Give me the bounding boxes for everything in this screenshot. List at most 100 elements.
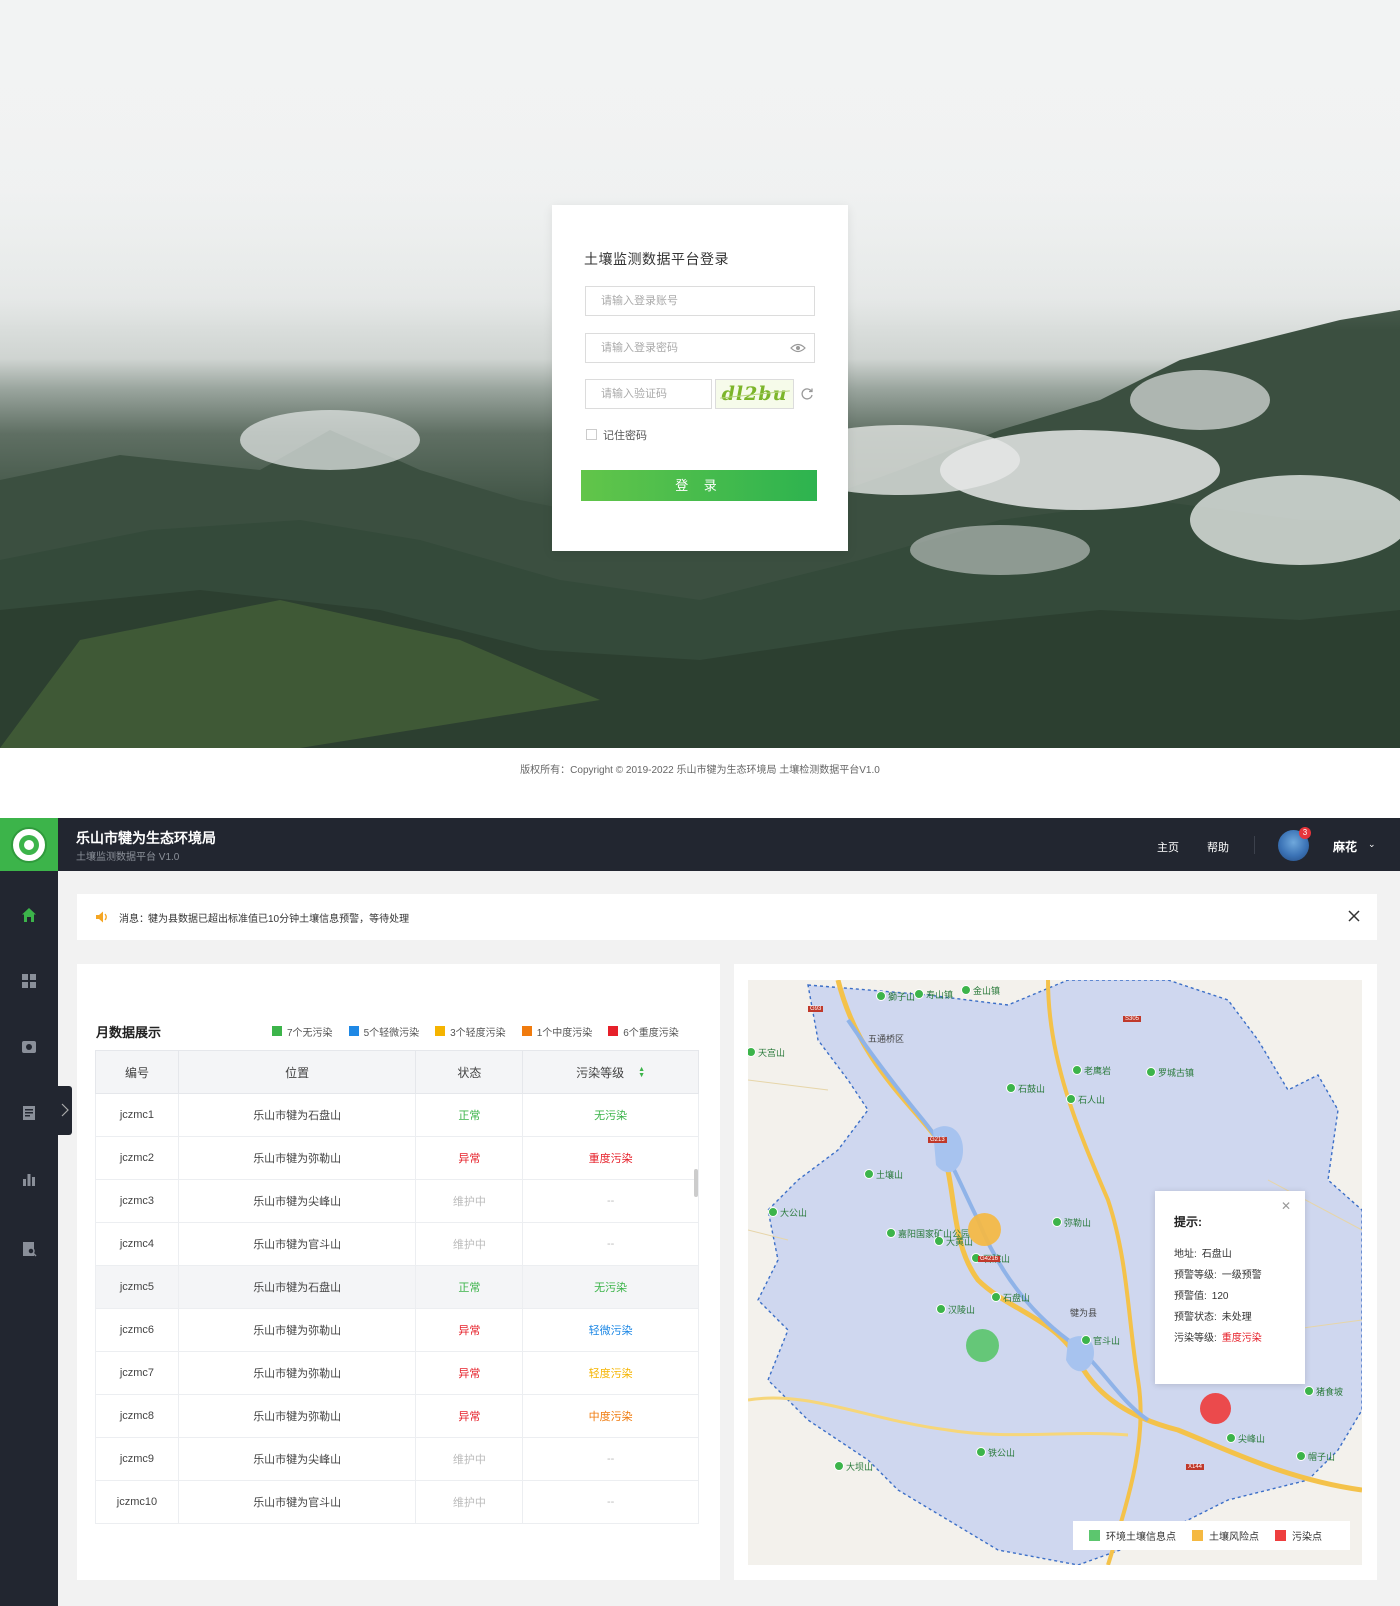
cell-level: 无污染: [522, 1093, 699, 1137]
report-icon: [23, 1106, 35, 1120]
cell-id: jczmc5: [95, 1265, 179, 1309]
map-legend-label: 环境土壤信息点: [1106, 1532, 1176, 1543]
table-row[interactable]: jczmc6 乐山市犍为弥勒山 异常 轻微污染: [95, 1308, 699, 1352]
table-row[interactable]: jczmc10 乐山市犍为官斗山 维护中 --: [95, 1480, 699, 1524]
popup-row-value: 石盘山: [1201, 1249, 1232, 1260]
popup-row-value: 未处理: [1221, 1312, 1252, 1323]
close-icon[interactable]: [1346, 908, 1362, 924]
mountain-poi-icon: [961, 985, 971, 995]
password-input[interactable]: 请输入登录密码: [585, 333, 815, 363]
pollution-legend: 7个无污染 5个轻微污染 3个轻度污染 1个中度污染 6个重度污染: [272, 1024, 695, 1039]
map-card: 五通桥区 犍为县 石盘山 汉陵山 大黄山 尖峰山 官斗山 弥勒山 土壤山 大公山 铁公山 罗城古镇 老鹰…: [734, 964, 1377, 1580]
map-place-label: 大坝山: [846, 1462, 874, 1472]
cell-location: 乐山市犍为石盘山: [177, 1265, 417, 1309]
legend-label: 1个中度污染: [536, 1027, 593, 1039]
map-place-label: 石鼓山: [1018, 1084, 1046, 1094]
column-header-id[interactable]: 编号: [95, 1050, 179, 1094]
table-scrollbar[interactable]: [694, 1169, 698, 1197]
notification-badge[interactable]: 3: [1299, 827, 1311, 839]
column-header-level[interactable]: 污染等级 ▲ ▼: [522, 1050, 699, 1094]
sidebar-item-search[interactable]: [0, 1225, 58, 1273]
mountain-poi-icon: [834, 1461, 844, 1471]
table-row[interactable]: jczmc2 乐山市犍为弥勒山 异常 重度污染: [95, 1136, 699, 1180]
table-row[interactable]: jczmc8 乐山市犍为弥勒山 异常 中度污染: [95, 1394, 699, 1438]
nav-home-link[interactable]: 主页: [1157, 839, 1179, 855]
road-shield-label: G4216: [978, 1256, 1001, 1262]
map-place-label: 老鹰岩: [1084, 1066, 1112, 1076]
logo[interactable]: [0, 818, 58, 871]
sidebar-toggle[interactable]: [58, 1086, 72, 1135]
mountain-poi-icon: [1052, 1217, 1062, 1227]
legend-item: 3个轻度污染: [435, 1024, 506, 1039]
cell-id: jczmc3: [95, 1179, 179, 1223]
chevron-down-icon[interactable]: ⌄: [1368, 839, 1376, 850]
table-row[interactable]: jczmc3 乐山市犍为尖峰山 维护中 --: [95, 1179, 699, 1223]
logo-emblem-icon: [11, 827, 47, 863]
sidebar-item-home[interactable]: [0, 891, 58, 939]
map-legend: 环境土壤信息点 土壤风险点 污染点: [1073, 1521, 1350, 1550]
mountain-poi-icon: [1006, 1083, 1016, 1093]
popup-row-value: 重度污染: [1221, 1333, 1262, 1344]
captcha-image[interactable]: dl2bu: [715, 379, 794, 409]
captcha-input[interactable]: 请输入验证码: [585, 379, 712, 409]
legend-swatch: [435, 1026, 446, 1036]
table-row[interactable]: jczmc5 乐山市犍为石盘山 正常 无污染: [95, 1265, 699, 1309]
popup-title: 提示:: [1174, 1215, 1202, 1229]
popup-row-label: 预警状态:: [1174, 1312, 1217, 1323]
map-legend-label: 土壤风险点: [1209, 1532, 1259, 1543]
map-place-label: 石人山: [1078, 1095, 1106, 1105]
login-page: 土壤监测数据平台登录 请输入登录账号 请输入登录密码 请输入验证码 dl2bu …: [0, 0, 1400, 810]
pollution-marker[interactable]: [1200, 1393, 1231, 1424]
pollution-map[interactable]: 五通桥区 犍为县 石盘山 汉陵山 大黄山 尖峰山 官斗山 弥勒山 土壤山 大公山 铁公山 罗城古镇 老鹰…: [748, 980, 1362, 1565]
map-place-label: 犍为县: [1070, 1308, 1098, 1318]
mountain-poi-icon: [914, 989, 924, 999]
login-title: 土壤监测数据平台登录: [584, 251, 729, 267]
legend-swatch: [348, 1026, 359, 1036]
info-marker[interactable]: [966, 1329, 999, 1362]
legend-label: 5个轻微污染: [363, 1027, 420, 1039]
cell-level: 中度污染: [522, 1394, 699, 1438]
column-header-status[interactable]: 状态: [415, 1050, 524, 1094]
user-name[interactable]: 麻花: [1333, 838, 1357, 855]
sidebar-item-dashboard[interactable]: [0, 957, 58, 1005]
chevron-right-icon: [61, 1103, 69, 1117]
table-row[interactable]: jczmc7 乐山市犍为弥勒山 异常 轻度污染: [95, 1351, 699, 1395]
cell-status: 维护中: [415, 1222, 524, 1266]
column-header-location[interactable]: 位置: [177, 1050, 417, 1094]
cell-status: 异常: [415, 1351, 524, 1395]
map-place-label: 嘉阳国家矿山公园: [898, 1229, 971, 1239]
sidebar-item-statistics[interactable]: [0, 1155, 58, 1203]
mountain-poi-icon: [1072, 1065, 1082, 1075]
mountain-poi-icon: [936, 1304, 946, 1314]
notice-text: 犍为县数据已超出标准值已10分钟土壤信息预警，等待处理: [148, 914, 410, 925]
risk-marker[interactable]: [968, 1213, 1001, 1246]
table-row[interactable]: jczmc9 乐山市犍为尖峰山 维护中 --: [95, 1437, 699, 1481]
mountain-poi-icon: [876, 991, 886, 1001]
org-name: 乐山市犍为生态环境局: [76, 830, 216, 846]
cell-location: 乐山市犍为尖峰山: [177, 1437, 417, 1481]
cell-location: 乐山市犍为弥勒山: [177, 1394, 417, 1438]
login-button[interactable]: 登 录: [581, 470, 817, 501]
sort-icon[interactable]: ▲ ▼: [638, 1066, 645, 1079]
cell-status: 异常: [415, 1308, 524, 1352]
sidebar-item-monitor[interactable]: [0, 1023, 58, 1071]
sidebar-item-report[interactable]: [0, 1089, 58, 1137]
map-legend-item: 污染点: [1275, 1528, 1322, 1543]
table-header-row: 编号 位置 状态 污染等级 ▲ ▼: [95, 1050, 699, 1094]
map-place-label: 石盘山: [1003, 1293, 1031, 1303]
nav-help-link[interactable]: 帮助: [1207, 839, 1229, 855]
refresh-icon[interactable]: [800, 387, 814, 401]
remember-checkbox[interactable]: [586, 429, 597, 440]
popup-row-label: 地址:: [1174, 1249, 1197, 1260]
table-row[interactable]: jczmc1 乐山市犍为石盘山 正常 无污染: [95, 1093, 699, 1137]
grid-icon: [22, 974, 36, 988]
camera-icon: [22, 1041, 36, 1053]
eye-icon[interactable]: [790, 343, 806, 353]
map-place-label: 弥勒山: [1064, 1218, 1092, 1228]
mountain-poi-icon: [864, 1169, 874, 1179]
notice-bar: 消息： 犍为县数据已超出标准值已10分钟土壤信息预警，等待处理: [77, 894, 1377, 940]
popup-close-icon[interactable]: ✕: [1281, 1199, 1291, 1213]
account-input[interactable]: 请输入登录账号: [585, 286, 815, 316]
remember-label: 记住密码: [603, 430, 647, 442]
table-row[interactable]: jczmc4 乐山市犍为官斗山 维护中 --: [95, 1222, 699, 1266]
